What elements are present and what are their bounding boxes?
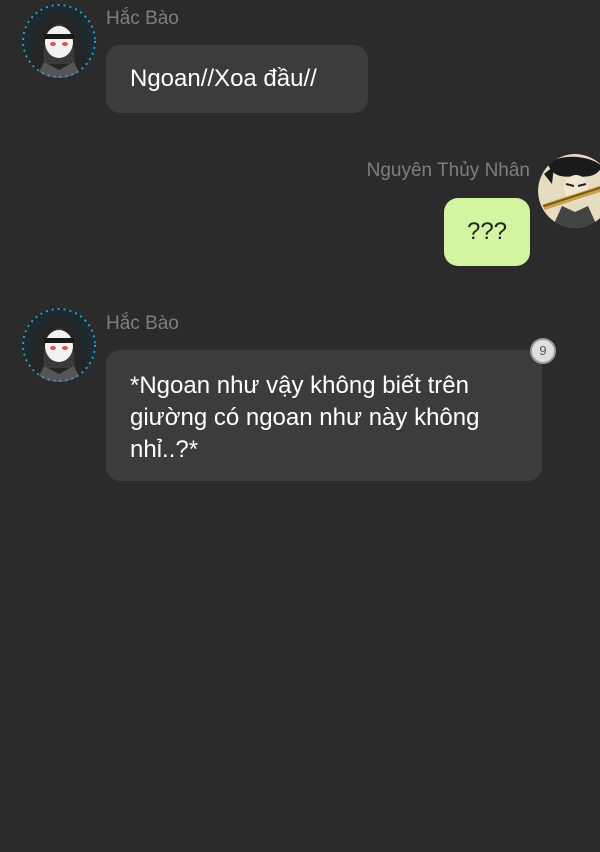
message-bubble[interactable]: Ngoan//Xoa đầu//: [106, 45, 368, 113]
hooded-character-avatar-icon: [22, 308, 96, 382]
sender-name: Hắc Bào: [106, 313, 179, 334]
hooded-character-avatar-icon: [22, 4, 96, 78]
sender-name: Hắc Bào: [106, 8, 179, 29]
sender-avatar[interactable]: [538, 154, 600, 228]
sender-name: Nguyên Thủy Nhân: [366, 160, 530, 181]
reaction-count-badge[interactable]: 9: [530, 338, 556, 364]
sword-character-avatar-icon: [538, 154, 600, 228]
message-bubble[interactable]: ???: [444, 198, 530, 266]
sender-avatar[interactable]: [22, 4, 96, 78]
sender-avatar[interactable]: [22, 308, 96, 382]
message-bubble[interactable]: *Ngoan như vậy không biết trên giường có…: [106, 350, 542, 481]
